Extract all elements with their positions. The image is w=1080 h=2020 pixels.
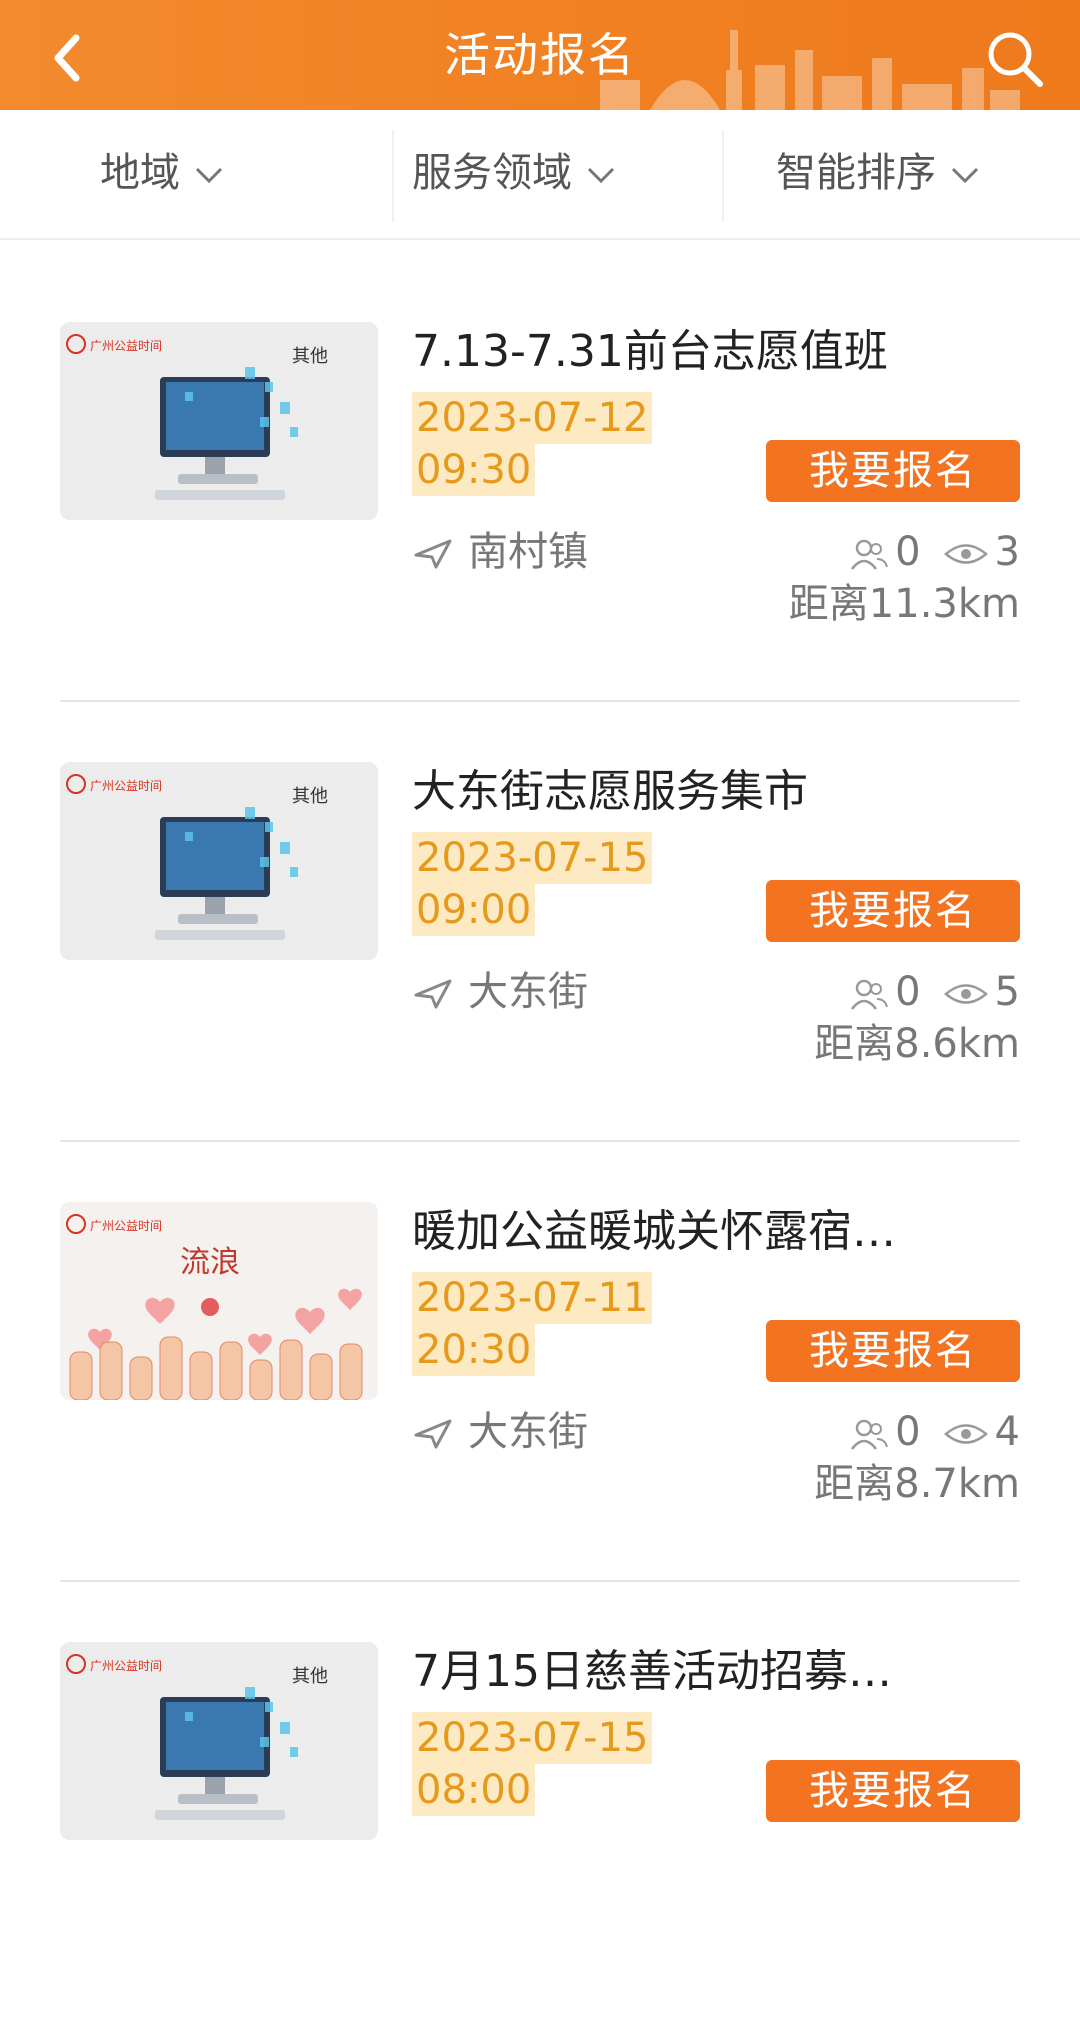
- activity-location-text: 大东街: [468, 969, 588, 1015]
- filter-divider: [722, 130, 724, 222]
- signup-button[interactable]: 我要报名: [766, 880, 1020, 942]
- activity-card[interactable]: 广州公益时间 其他 7.13-7.31前台志愿值班 2023-07-12 09:…: [60, 260, 1020, 702]
- participants-count: 0: [895, 1409, 921, 1455]
- hearts-hands-illustration: 广州公益时间 流浪: [60, 1202, 378, 1400]
- activity-distance: 距离11.3km: [788, 581, 1020, 627]
- filter-service-area-label: 服务领域: [412, 150, 572, 196]
- search-icon[interactable]: [980, 24, 1050, 94]
- activity-date: 2023-07-11: [412, 1272, 653, 1324]
- activity-title: 7月15日慈善活动招募…: [412, 1646, 892, 1697]
- eye-icon: [943, 984, 988, 1004]
- activity-location-text: 大东街: [468, 1409, 588, 1455]
- activity-thumbnail: 广州公益时间 其他: [60, 1642, 378, 1840]
- activity-distance: 距离8.6km: [814, 1021, 1020, 1067]
- activity-time: 20:30: [412, 1324, 536, 1376]
- activity-distance: 距离8.7km: [814, 1461, 1020, 1507]
- activity-location: 大东街: [412, 1402, 588, 1462]
- filter-region-label: 地域: [100, 150, 180, 196]
- thumb-brand: 广州公益时间: [90, 339, 162, 353]
- activity-location: 南村镇: [412, 522, 588, 582]
- computer-illustration: 广州公益时间 其他: [60, 762, 378, 960]
- thumb-brand: 广州公益时间: [90, 1659, 162, 1673]
- computer-illustration: 广州公益时间 其他: [60, 1642, 378, 1840]
- filter-divider: [392, 130, 394, 222]
- activity-stats: 03: [849, 522, 1020, 582]
- activity-time: 08:00: [412, 1764, 536, 1816]
- participants-icon: [851, 539, 889, 570]
- signup-button[interactable]: 我要报名: [766, 1320, 1020, 1382]
- location-arrow-icon: [414, 1419, 452, 1449]
- activity-thumbnail: 广州公益时间 流浪: [60, 1202, 378, 1400]
- activity-date: 2023-07-15: [412, 832, 653, 884]
- filter-service-area[interactable]: 服务领域: [412, 110, 616, 238]
- views-count: 4: [994, 1409, 1020, 1455]
- activity-stats: 05: [849, 962, 1020, 1022]
- activity-title: 大东街志愿服务集市: [412, 766, 808, 817]
- views-count: 3: [994, 529, 1020, 575]
- thumb-brand: 广州公益时间: [90, 779, 162, 793]
- location-arrow-icon: [414, 539, 452, 569]
- eye-icon: [943, 544, 988, 564]
- chevron-down-icon: [195, 167, 223, 184]
- filter-bar: 地域 服务领域 智能排序: [0, 110, 1080, 240]
- computer-illustration: 广州公益时间 其他: [60, 322, 378, 520]
- activity-thumbnail: 广州公益时间 其他: [60, 322, 378, 520]
- filter-region[interactable]: 地域: [100, 110, 224, 238]
- filter-smart-sort-label: 智能排序: [776, 150, 936, 196]
- participants-count: 0: [895, 529, 921, 575]
- activity-time: 09:30: [412, 444, 536, 496]
- activity-date: 2023-07-15: [412, 1712, 653, 1764]
- page-title: 活动报名: [444, 28, 636, 82]
- thumb-caption: 其他: [292, 346, 328, 367]
- signup-button[interactable]: 我要报名: [766, 1760, 1020, 1822]
- activity-thumbnail: 广州公益时间 其他: [60, 762, 378, 960]
- activity-card[interactable]: 广州公益时间 流浪 暖加公益暖城关怀露宿… 2023-07-11 20:30 我…: [60, 1140, 1020, 1582]
- thumb-brand: 广州公益时间: [90, 1219, 162, 1233]
- location-arrow-icon: [414, 979, 452, 1009]
- activity-card[interactable]: 广州公益时间 其他 7月15日慈善活动招募… 2023-07-15 08:00 …: [60, 1580, 1020, 2020]
- thumb-caption: 其他: [292, 1666, 328, 1687]
- views-count: 5: [994, 969, 1020, 1015]
- activity-stats: 04: [849, 1402, 1020, 1462]
- activity-title: 7.13-7.31前台志愿值班: [412, 326, 888, 377]
- activity-location-text: 南村镇: [468, 529, 588, 575]
- thumb-caption: 流浪: [180, 1246, 240, 1279]
- thumb-caption: 其他: [292, 786, 328, 807]
- participants-count: 0: [895, 969, 921, 1015]
- chevron-down-icon: [951, 167, 979, 184]
- chevron-down-icon: [587, 167, 615, 184]
- activity-title: 暖加公益暖城关怀露宿…: [412, 1206, 896, 1257]
- eye-icon: [943, 1424, 988, 1444]
- signup-button[interactable]: 我要报名: [766, 440, 1020, 502]
- app-header: 活动报名: [0, 0, 1080, 110]
- participants-icon: [851, 979, 889, 1010]
- activity-card[interactable]: 广州公益时间 其他 大东街志愿服务集市 2023-07-15 09:00 我要报…: [60, 700, 1020, 1142]
- activity-date: 2023-07-12: [412, 392, 653, 444]
- participants-icon: [851, 1419, 889, 1450]
- activity-time: 09:00: [412, 884, 536, 936]
- filter-smart-sort[interactable]: 智能排序: [776, 110, 980, 238]
- activity-location: 大东街: [412, 962, 588, 1022]
